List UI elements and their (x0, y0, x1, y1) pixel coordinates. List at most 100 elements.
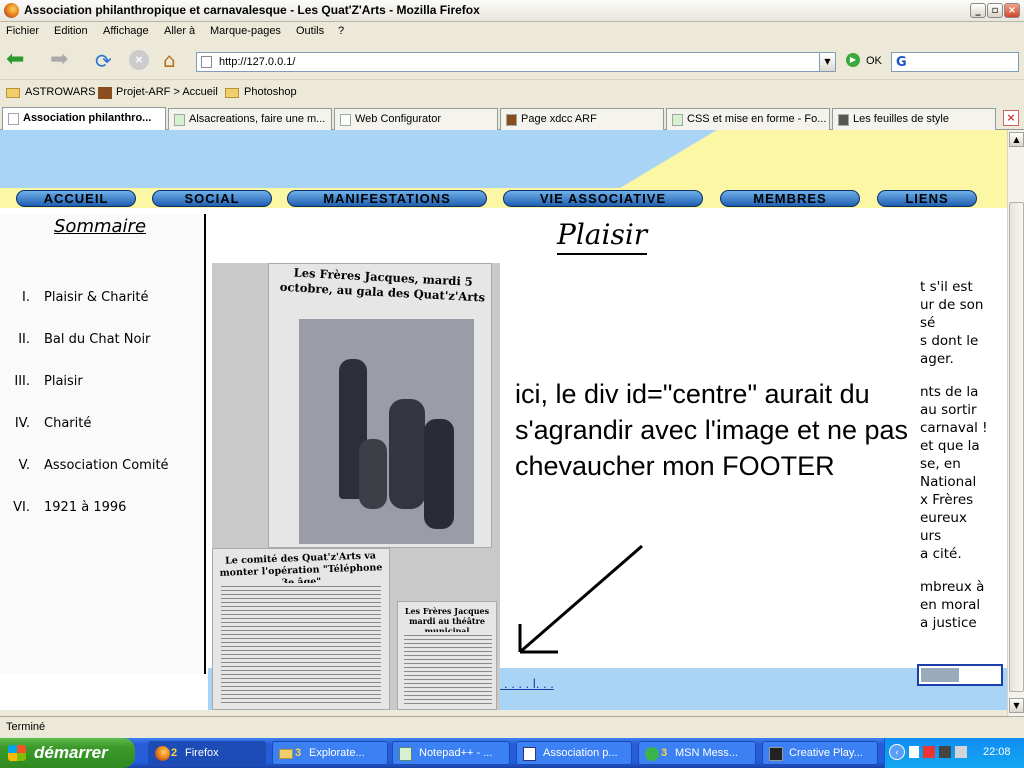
tab-feuilles-style[interactable]: Les feuilles de style (832, 108, 996, 130)
item-label: 1921 à 1996 (44, 500, 127, 515)
photo-figure (359, 439, 387, 509)
menu-fichier[interactable]: Fichier (6, 25, 39, 37)
text-line: ur de son (920, 297, 984, 313)
item-number: IV. (14, 416, 30, 431)
bookmark-astrowars[interactable]: ASTROWARS (25, 86, 96, 98)
folder-icon (279, 749, 293, 759)
nav-membres[interactable]: MEMBRES (720, 190, 860, 207)
minimize-button[interactable]: _ (970, 3, 986, 18)
menu-outils[interactable]: Outils (296, 25, 324, 37)
vertical-scrollbar[interactable]: ▲ ▼ (1007, 130, 1024, 716)
tab-alsacreations[interactable]: Alsacreations, faire une m... (168, 108, 332, 130)
menu-help[interactable]: ? (338, 25, 344, 37)
taskbar-firefox[interactable]: 2 Firefox (148, 741, 266, 765)
item-number: I. (22, 290, 30, 305)
tab-css[interactable]: CSS et mise en forme - Fo... (666, 108, 830, 130)
sommaire-heading: Sommaire (54, 216, 147, 237)
nav-vie-associative[interactable]: VIE ASSOCIATIVE (503, 190, 703, 207)
menu-edition[interactable]: Edition (54, 25, 88, 37)
nav-liens[interactable]: LIENS (877, 190, 977, 207)
go-label[interactable]: OK (866, 55, 882, 67)
sidebar (0, 214, 206, 674)
taskbar-label: Creative Play... (789, 747, 863, 759)
nav-manifestations[interactable]: MANIFESTATIONS (287, 190, 487, 207)
text-line: mbreux à (920, 579, 985, 595)
scroll-thumb[interactable] (1009, 202, 1024, 692)
item-label: Association Comité (44, 458, 169, 473)
tab-association[interactable]: Association philanthro... (2, 107, 166, 131)
window-title: Association philanthropique et carnavale… (24, 3, 480, 17)
text-line: en moral (920, 597, 981, 613)
item-label: Charité (44, 416, 92, 431)
tab-label: Page xdcc ARF (521, 113, 597, 125)
url-bar[interactable]: http://127.0.0.1/ ▼ (196, 52, 836, 72)
maximize-button[interactable]: ▫ (987, 3, 1003, 18)
page-icon (523, 747, 536, 761)
back-arrow-icon[interactable]: ⬅ (6, 49, 24, 71)
bookmark-projet-arf[interactable]: Projet-ARF > Accueil (116, 86, 218, 98)
menu-bar: Fichier Edition Affichage Aller à Marque… (0, 22, 1024, 42)
url-dropdown-icon[interactable]: ▼ (819, 53, 835, 71)
taskbar-explorateur[interactable]: 3 Explorate... (272, 741, 388, 765)
tab-label: CSS et mise en forme - Fo... (687, 113, 827, 125)
close-button[interactable]: × (1004, 3, 1020, 18)
group-count: 3 (295, 747, 302, 759)
tab-page-xdcc[interactable]: Page xdcc ARF (500, 108, 664, 130)
text-line: carnaval ! (920, 420, 988, 436)
sommaire-item[interactable]: I. Plaisir & Charité (0, 290, 200, 308)
page-title: Plaisir (557, 218, 648, 255)
tray-icon[interactable] (955, 746, 967, 758)
tab-label: Alsacreations, faire une m... (189, 113, 326, 125)
notepad-icon (399, 747, 412, 761)
tab-web-configurator[interactable]: Web Configurator (334, 108, 498, 130)
menu-marque-pages[interactable]: Marque-pages (210, 25, 281, 37)
page-icon (340, 114, 351, 126)
search-input[interactable]: G (891, 52, 1019, 72)
taskbar-label: Association p... (543, 747, 618, 759)
status-bar: Terminé (0, 716, 1024, 738)
sommaire-item[interactable]: V. Association Comité (0, 458, 200, 476)
reload-icon[interactable]: ⟳ (95, 49, 112, 73)
sommaire-item[interactable]: VI. 1921 à 1996 (0, 500, 200, 518)
tray-icon[interactable] (923, 746, 935, 758)
taskbar-association[interactable]: Association p... (516, 741, 632, 765)
close-tab-icon[interactable]: × (1003, 110, 1019, 126)
text-line: National (920, 474, 977, 490)
item-number: III. (14, 374, 30, 389)
go-icon[interactable]: ▶ (846, 53, 860, 67)
nav-accueil[interactable]: ACCUEIL (16, 190, 136, 207)
sommaire-item[interactable]: II. Bal du Chat Noir (0, 332, 200, 350)
nav-social[interactable]: SOCIAL (152, 190, 272, 207)
footer-badge[interactable] (917, 664, 1003, 686)
stop-icon[interactable]: × (129, 50, 149, 70)
taskbar-notepad[interactable]: Notepad++ - ... (392, 741, 510, 765)
taskbar-creative-play[interactable]: Creative Play... (762, 741, 878, 765)
group-count: 2 (171, 747, 178, 759)
scroll-up-icon[interactable]: ▲ (1009, 132, 1024, 147)
tray-expand-icon[interactable]: ‹ (889, 744, 905, 760)
scroll-down-icon[interactable]: ▼ (1009, 698, 1024, 713)
text-line: s dont le (920, 333, 979, 349)
tray-icon[interactable] (939, 746, 951, 758)
taskbar-msn[interactable]: 3 MSN Mess... (638, 741, 756, 765)
tray-icon[interactable] (909, 746, 919, 758)
sommaire-item[interactable]: IV. Charité (0, 416, 200, 434)
forward-arrow-icon[interactable]: ➡ (50, 49, 68, 71)
menu-aller[interactable]: Aller à (164, 25, 195, 37)
url-text: http://127.0.0.1/ (219, 56, 296, 68)
clock[interactable]: 22:08 (983, 746, 1011, 758)
navigation-toolbar: ⬅ ➡ ⟳ × ⌂ http://127.0.0.1/ ▼ ▶ OK G (0, 42, 1024, 80)
item-number: V. (18, 458, 30, 473)
clipping-article-1: Les Frères Jacques, mardi 5 octobre, au … (268, 263, 492, 548)
menu-affichage[interactable]: Affichage (103, 25, 149, 37)
google-icon[interactable]: G (896, 55, 907, 70)
tab-label: Les feuilles de style (853, 113, 949, 125)
body-text: t s'il est ur de son sé s dont le ager. … (920, 278, 1007, 632)
tab-strip: Association philanthro... Alsacreations,… (0, 106, 1024, 131)
sommaire-item[interactable]: III. Plaisir (0, 374, 200, 392)
home-icon[interactable]: ⌂ (163, 48, 176, 72)
bookmark-photoshop[interactable]: Photoshop (244, 86, 297, 98)
windows-logo-icon (8, 745, 26, 761)
clipping-text-block (404, 632, 492, 706)
